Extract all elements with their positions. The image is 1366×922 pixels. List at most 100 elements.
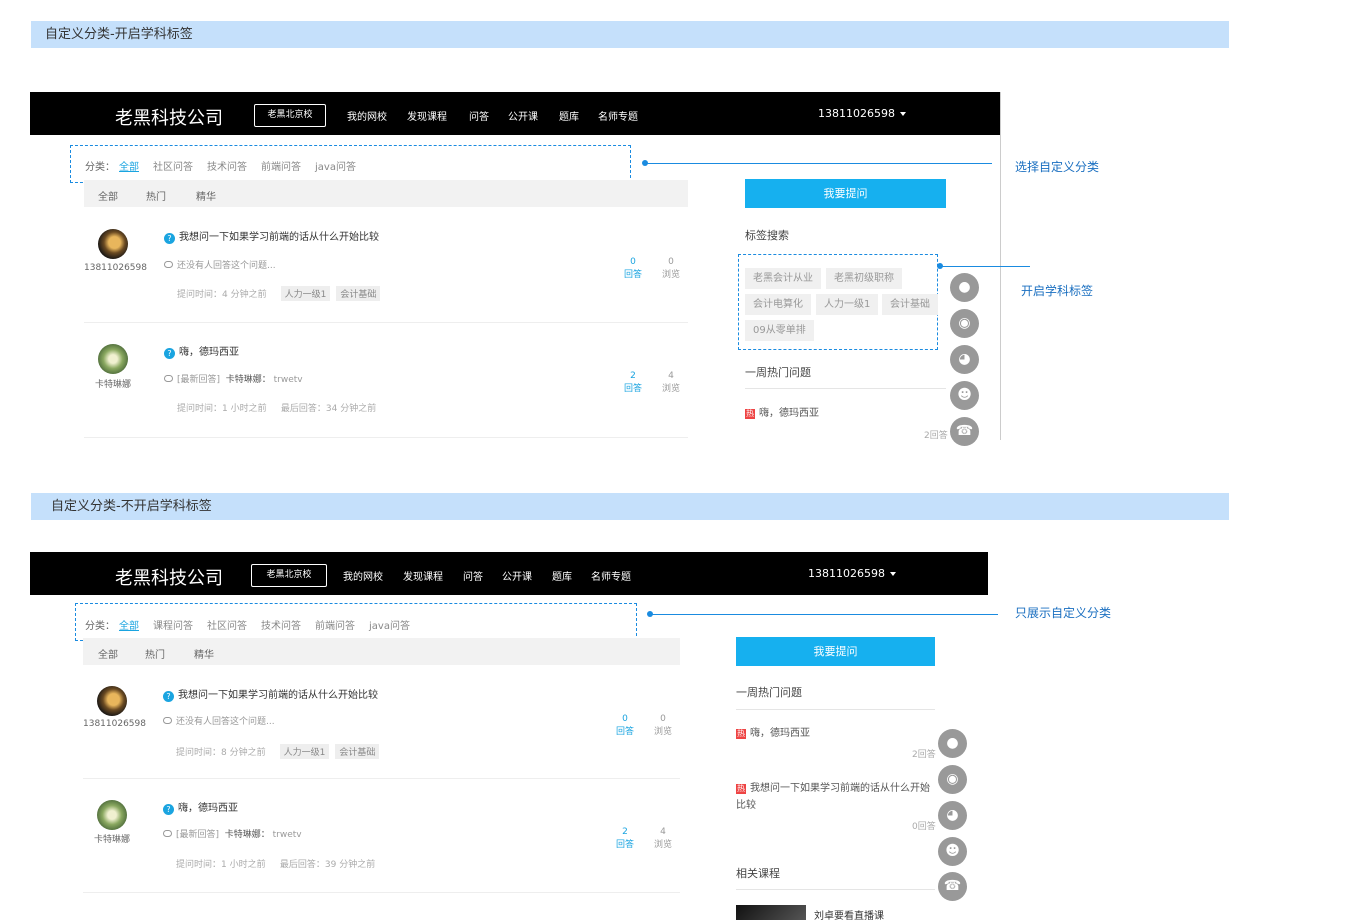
category-course[interactable]: 课程问答 bbox=[153, 621, 193, 632]
tab-all[interactable]: 全部 bbox=[98, 188, 118, 203]
question-tag[interactable]: 会计基础 bbox=[335, 744, 380, 759]
question-item[interactable]: 13811026598 ? 我想问一下如果学习前端的话从什么开始比较 还没有人回答… bbox=[84, 210, 688, 323]
nav-question-bank[interactable]: 题库 bbox=[559, 108, 579, 123]
weibo-icon[interactable]: ◕ bbox=[950, 345, 979, 374]
callout-line bbox=[941, 266, 1030, 267]
weekly-hot-title: 一周热门问题 bbox=[736, 686, 802, 699]
nav-teacher-topics[interactable]: 名师专题 bbox=[591, 568, 631, 583]
account-number: 13811026598 bbox=[818, 107, 895, 120]
subject-tag[interactable]: 老黑会计从业 bbox=[745, 268, 821, 289]
wechat-icon[interactable]: ◉ bbox=[950, 309, 979, 338]
answer-count-label: 回答 bbox=[623, 270, 642, 280]
category-frontend[interactable]: 前端问答 bbox=[261, 162, 301, 173]
qq-icon[interactable]: ● bbox=[950, 273, 979, 302]
qq-icon[interactable]: ● bbox=[938, 729, 967, 758]
category-tech[interactable]: 技术问答 bbox=[261, 621, 301, 632]
tab-featured[interactable]: 精华 bbox=[196, 188, 216, 203]
subject-tag[interactable]: 会计电算化 bbox=[745, 294, 811, 315]
user-name[interactable]: 卡特琳娜 bbox=[95, 377, 131, 390]
latest-answer-user[interactable]: 卡特琳娜： bbox=[226, 375, 271, 385]
question-item[interactable]: 卡特琳娜 ? 嗨，德玛西亚 [最新回答] 卡特琳娜： trwetv 提问时间：1 … bbox=[83, 779, 680, 893]
answer-count: 0 回答 bbox=[613, 714, 637, 737]
hot-question[interactable]: 热嗨，德玛西亚 bbox=[736, 725, 936, 742]
view-count-value: 0 bbox=[660, 714, 666, 724]
top-navbar: 老黑科技公司 老黑北京校 我的网校 发现课程 问答 公开课 题库 名师专题 13… bbox=[30, 92, 1000, 135]
nav-qa[interactable]: 问答 bbox=[463, 568, 483, 583]
category-filter: 分类： 全部 课程问答 社区问答 技术问答 前端问答 java问答 bbox=[85, 617, 424, 632]
question-title[interactable]: ? 嗨，德玛西亚 bbox=[164, 343, 239, 359]
ask-question-button[interactable]: 我要提问 bbox=[745, 179, 946, 208]
category-community[interactable]: 社区问答 bbox=[207, 621, 247, 632]
nav-my-school[interactable]: 我的网校 bbox=[347, 108, 387, 123]
avatar[interactable] bbox=[98, 229, 128, 259]
ask-question-button[interactable]: 我要提问 bbox=[736, 637, 935, 666]
user-name[interactable]: 13811026598 bbox=[84, 263, 147, 273]
view-count: 4 浏览 bbox=[651, 827, 675, 850]
question-tag[interactable]: 人力一级1 bbox=[280, 286, 331, 301]
tab-hot[interactable]: 热门 bbox=[145, 646, 165, 661]
category-all[interactable]: 全部 bbox=[119, 162, 139, 173]
question-meta: 提问时间：4 分钟之前 人力一级1 会计基础 bbox=[177, 286, 381, 301]
school-switch-button[interactable]: 老黑北京校 bbox=[251, 564, 327, 587]
question-title[interactable]: ? 嗨，德玛西亚 bbox=[163, 799, 238, 815]
category-community[interactable]: 社区问答 bbox=[153, 162, 193, 173]
user-service-icon[interactable]: ☻ bbox=[938, 837, 967, 866]
tab-hot[interactable]: 热门 bbox=[146, 188, 166, 203]
caret-down-icon bbox=[899, 112, 906, 116]
user-name[interactable]: 卡特琳娜 bbox=[94, 832, 130, 845]
subject-tag[interactable]: 会计基础 bbox=[882, 294, 938, 315]
account-menu[interactable]: 13811026598 bbox=[808, 567, 896, 580]
nav-teacher-topics[interactable]: 名师专题 bbox=[598, 108, 638, 123]
user-name[interactable]: 13811026598 bbox=[83, 719, 146, 729]
question-title[interactable]: ? 我想问一下如果学习前端的话从什么开始比较 bbox=[163, 686, 378, 702]
phone-icon[interactable]: ☎ bbox=[950, 417, 979, 446]
weibo-icon[interactable]: ◕ bbox=[938, 801, 967, 830]
course-thumbnail[interactable] bbox=[736, 905, 806, 920]
subject-tag[interactable]: 老黑初级职称 bbox=[826, 268, 902, 289]
question-item[interactable]: 卡特琳娜 ? 嗨，德玛西亚 [最新回答] 卡特琳娜： trwetv 提问时间：1 … bbox=[84, 323, 688, 438]
brand-logo[interactable]: 老黑科技公司 bbox=[115, 564, 223, 590]
category-java[interactable]: java问答 bbox=[369, 621, 410, 632]
question-title[interactable]: ? 我想问一下如果学习前端的话从什么开始比较 bbox=[164, 228, 379, 244]
question-summary: 还没有人回答这个问题... bbox=[163, 714, 275, 727]
school-switch-button[interactable]: 老黑北京校 bbox=[254, 104, 326, 127]
subject-tag[interactable]: 人力一级1 bbox=[816, 294, 879, 315]
last-answer-time: 最后回答：39 分钟之前 bbox=[279, 860, 376, 870]
category-java[interactable]: java问答 bbox=[315, 162, 356, 173]
question-tag[interactable]: 会计基础 bbox=[336, 286, 381, 301]
user-service-icon[interactable]: ☻ bbox=[950, 381, 979, 410]
wechat-icon[interactable]: ◉ bbox=[938, 765, 967, 794]
avatar[interactable] bbox=[97, 686, 127, 716]
question-mark-icon: ? bbox=[164, 348, 175, 359]
category-tech[interactable]: 技术问答 bbox=[207, 162, 247, 173]
question-title-text: 我想问一下如果学习前端的话从什么开始比较 bbox=[178, 690, 378, 701]
subject-tag[interactable]: 09从零单排 bbox=[745, 320, 814, 341]
avatar[interactable] bbox=[97, 800, 127, 830]
nav-open-courses[interactable]: 公开课 bbox=[508, 108, 538, 123]
category-frontend[interactable]: 前端问答 bbox=[315, 621, 355, 632]
question-tag[interactable]: 人力一级1 bbox=[279, 744, 330, 759]
avatar[interactable] bbox=[98, 344, 128, 374]
question-item[interactable]: 13811026598 ? 我想问一下如果学习前端的话从什么开始比较 还没有人回答… bbox=[83, 666, 680, 779]
answer-count-value: 0 bbox=[622, 714, 628, 724]
nav-open-courses[interactable]: 公开课 bbox=[502, 568, 532, 583]
tab-featured[interactable]: 精华 bbox=[194, 646, 214, 661]
tab-all[interactable]: 全部 bbox=[98, 646, 118, 661]
hot-question[interactable]: 热我想问一下如果学习前端的话从什么开始比较 bbox=[736, 780, 935, 814]
nav-discover-courses[interactable]: 发现课程 bbox=[403, 568, 443, 583]
latest-answer-user[interactable]: 卡特琳娜： bbox=[225, 830, 270, 840]
category-all[interactable]: 全部 bbox=[119, 621, 139, 632]
hot-answer-count: 2回答 bbox=[912, 750, 936, 760]
nav-my-school[interactable]: 我的网校 bbox=[343, 568, 383, 583]
phone-icon[interactable]: ☎ bbox=[938, 872, 967, 901]
view-count-label: 浏览 bbox=[653, 840, 672, 850]
question-meta: 提问时间：8 分钟之前 人力一级1 会计基础 bbox=[176, 744, 380, 759]
nav-question-bank[interactable]: 题库 bbox=[552, 568, 572, 583]
brand-logo[interactable]: 老黑科技公司 bbox=[115, 104, 223, 130]
nav-qa[interactable]: 问答 bbox=[469, 108, 489, 123]
account-menu[interactable]: 13811026598 bbox=[818, 107, 906, 120]
nav-discover-courses[interactable]: 发现课程 bbox=[407, 108, 447, 123]
hot-question[interactable]: 热嗨，德玛西亚 bbox=[745, 405, 945, 422]
question-title-text: 嗨，德玛西亚 bbox=[179, 347, 239, 358]
view-count: 0 浏览 bbox=[659, 257, 683, 280]
